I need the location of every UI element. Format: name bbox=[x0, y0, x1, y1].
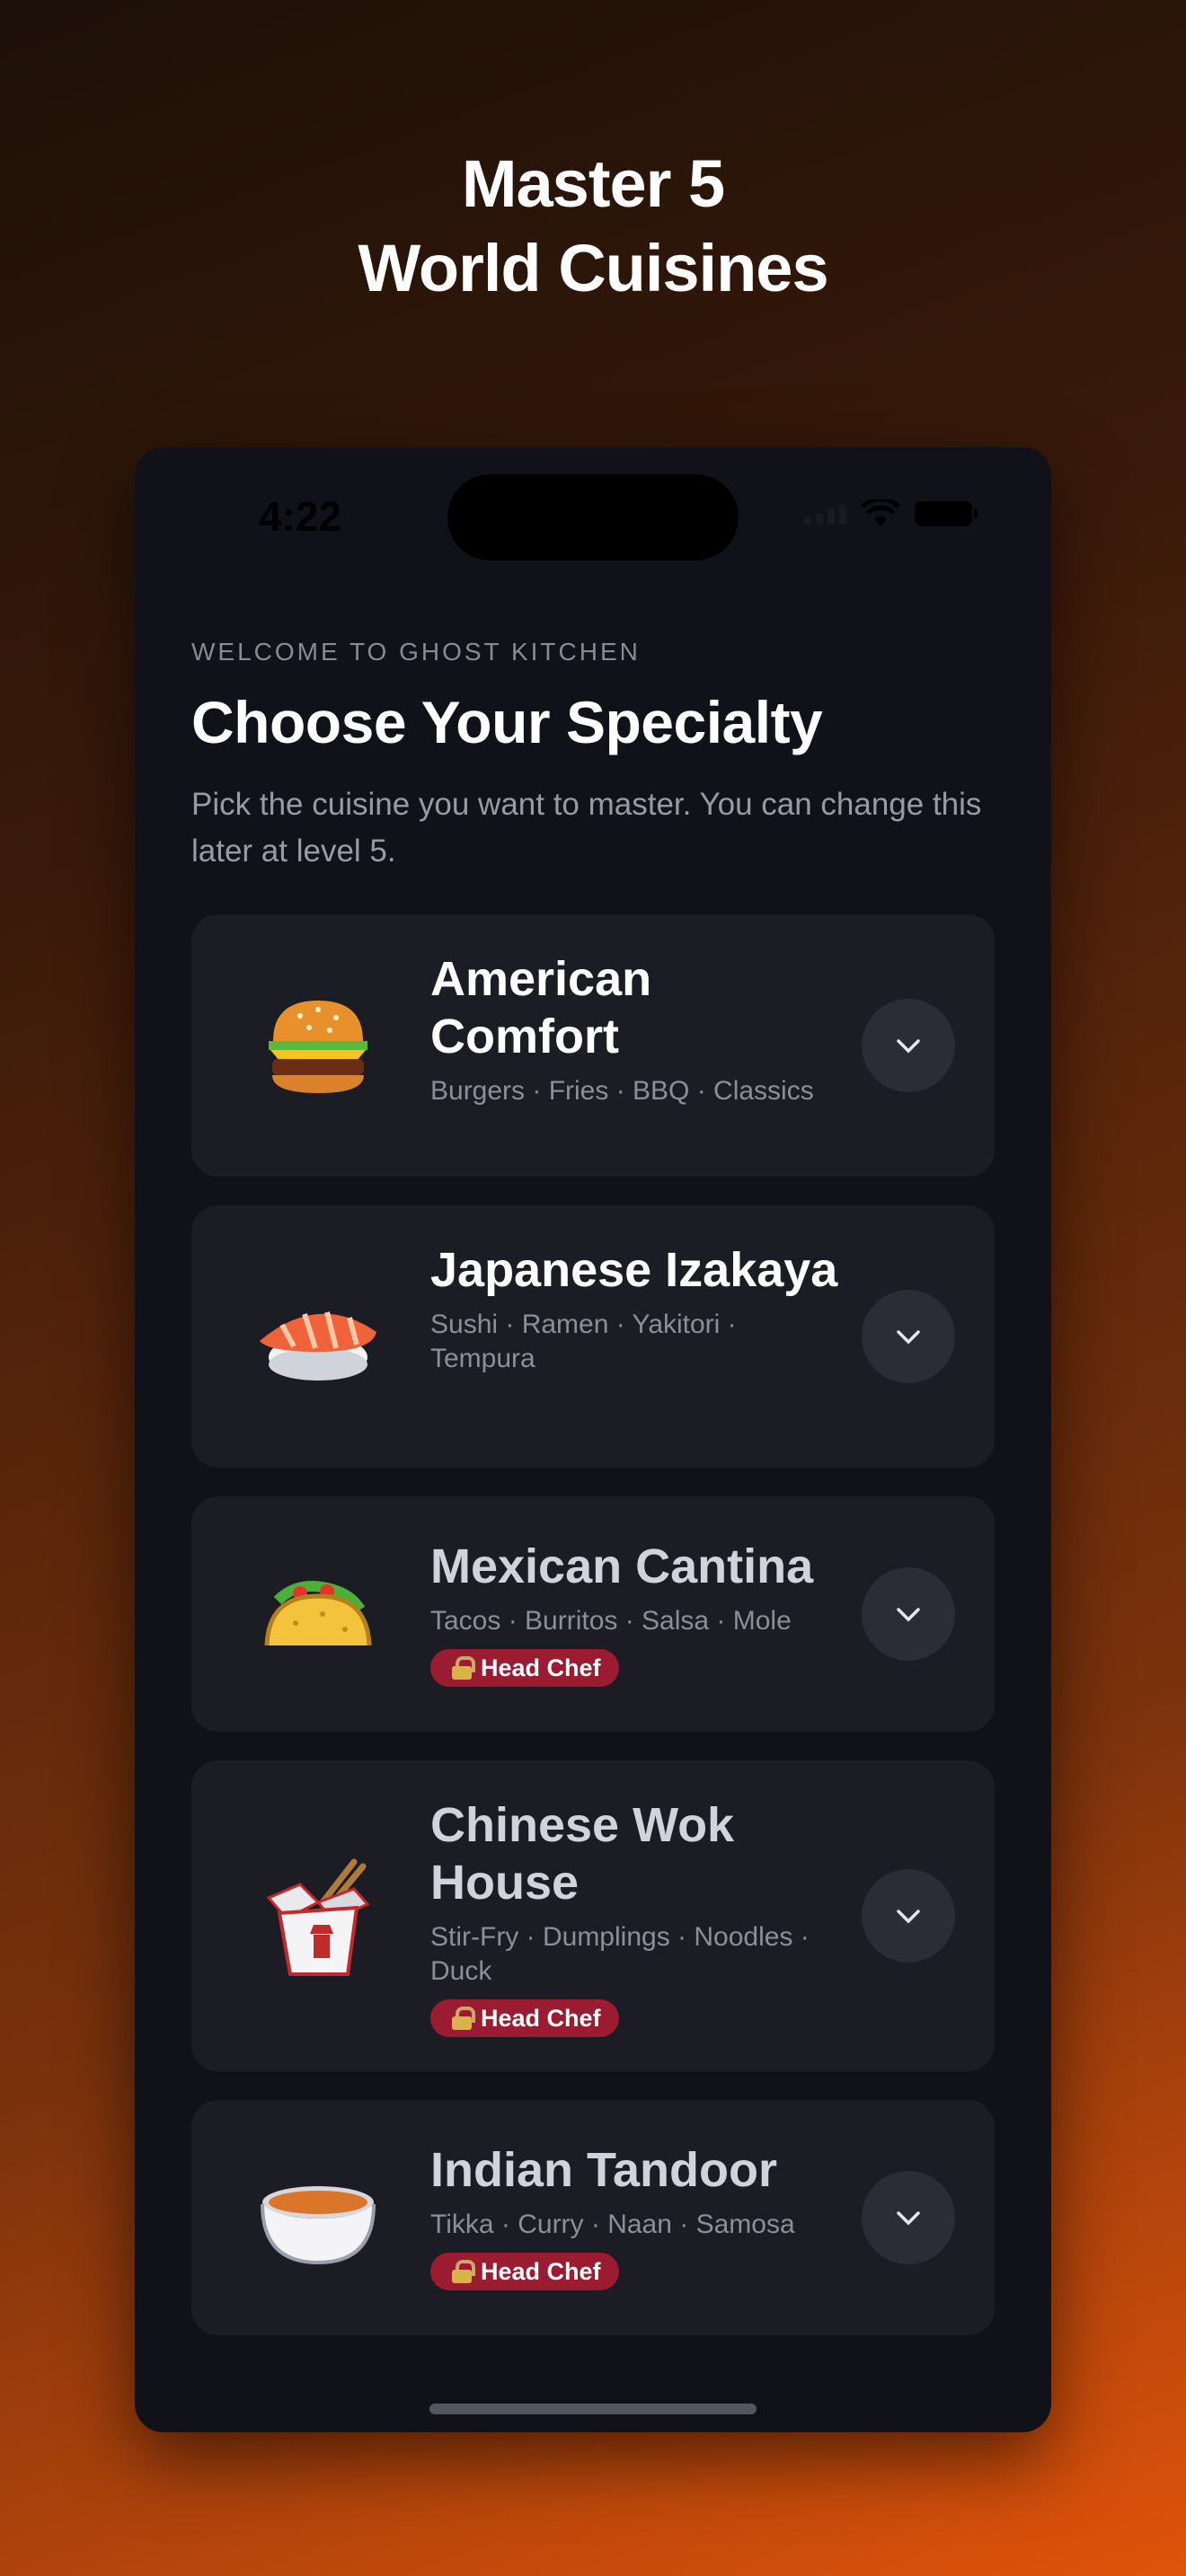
taco-icon bbox=[264, 1581, 372, 1646]
expand-button[interactable] bbox=[862, 999, 955, 1092]
chevron-down-icon bbox=[897, 2211, 920, 2226]
expand-button[interactable] bbox=[862, 2171, 955, 2264]
cuisine-card-body: Japanese Izakaya Sushi · Ramen · Yakitor… bbox=[430, 1241, 844, 1376]
home-indicator[interactable] bbox=[429, 2404, 757, 2414]
headline-line-1: Master 5 bbox=[461, 146, 725, 221]
signal-icon bbox=[804, 503, 846, 525]
status-icons bbox=[804, 499, 978, 528]
head-chef-badge: Head Chef bbox=[430, 1999, 619, 2037]
dynamic-island bbox=[447, 474, 739, 560]
burger-icon bbox=[269, 1001, 367, 1093]
wifi-icon bbox=[861, 499, 900, 526]
cuisine-card-japanese[interactable]: Japanese Izakaya Sushi · Ramen · Yakitor… bbox=[191, 1205, 995, 1468]
page-subtitle: Pick the cuisine you want to master. You… bbox=[191, 787, 982, 869]
sushi-icon bbox=[260, 1311, 376, 1381]
expand-button[interactable] bbox=[862, 1869, 955, 1963]
chevron-down-icon bbox=[897, 1910, 920, 1924]
cuisine-tags: Sushi · Ramen · Yakitori · Tempura bbox=[430, 1310, 737, 1373]
lock-icon bbox=[452, 2260, 475, 2283]
cuisine-name: Chinese Wok House bbox=[430, 1798, 735, 1910]
cuisine-tags: Tacos · Burritos · Salsa · Mole bbox=[430, 1606, 792, 1636]
phone-screen: 4:22 WELCOME TO GHOST KITCHEN Choose You… bbox=[135, 447, 1051, 2432]
head-chef-badge: Head Chef bbox=[430, 1649, 619, 1687]
marketing-headline: Master 5 World Cuisines bbox=[0, 142, 1186, 311]
cuisine-card-american[interactable]: American Comfort Burgers · Fries · BBQ ·… bbox=[191, 914, 995, 1177]
chevron-down-icon bbox=[897, 1330, 920, 1345]
cuisine-card-chinese[interactable]: Chinese Wok House Stir-Fry · Dumplings ·… bbox=[191, 1760, 995, 2071]
curry-bowl-icon bbox=[261, 2186, 376, 2265]
badge-label: Head Chef bbox=[481, 2004, 601, 2032]
battery-icon bbox=[915, 501, 978, 526]
cuisine-name: Japanese Izakaya bbox=[430, 1243, 838, 1297]
takeout-box-icon bbox=[266, 1858, 370, 1976]
cuisine-card-body: American Comfort Burgers · Fries · BBQ ·… bbox=[430, 950, 844, 1108]
expand-button[interactable] bbox=[862, 1567, 955, 1661]
chevron-down-icon bbox=[897, 1608, 920, 1622]
cuisine-name: Indian Tandoor bbox=[430, 2143, 777, 2197]
cuisine-card-mexican[interactable]: Mexican Cantina Tacos · Burritos · Salsa… bbox=[191, 1496, 995, 1732]
headline-line-2: World Cuisines bbox=[358, 231, 828, 305]
page-title: Choose Your Specialty bbox=[191, 689, 823, 755]
cuisine-name: American Comfort bbox=[430, 952, 652, 1063]
welcome-eyebrow: WELCOME TO GHOST KITCHEN bbox=[191, 638, 641, 666]
cuisine-name: Mexican Cantina bbox=[430, 1539, 814, 1593]
cuisine-card-body: Mexican Cantina Tacos · Burritos · Salsa… bbox=[430, 1538, 844, 1687]
badge-label: Head Chef bbox=[481, 2257, 601, 2285]
lock-icon bbox=[452, 1656, 475, 1680]
cuisine-card-body: Indian Tandoor Tikka · Curry · Naan · Sa… bbox=[430, 2141, 844, 2290]
expand-button[interactable] bbox=[862, 1290, 955, 1383]
chevron-down-icon bbox=[897, 1039, 920, 1054]
head-chef-badge: Head Chef bbox=[430, 2253, 619, 2290]
lock-icon bbox=[452, 2007, 475, 2030]
badge-label: Head Chef bbox=[481, 1654, 601, 1681]
cuisine-tags: Tikka · Curry · Naan · Samosa bbox=[430, 2210, 795, 2239]
cuisine-tags: Stir-Fry · Dumplings · Noodles · Duck bbox=[430, 1922, 810, 1986]
cuisine-card-indian[interactable]: Indian Tandoor Tikka · Curry · Naan · Sa… bbox=[191, 2100, 995, 2335]
cuisine-tags: Burgers · Fries · BBQ · Classics bbox=[430, 1076, 814, 1106]
status-time: 4:22 bbox=[259, 493, 342, 540]
cuisine-card-body: Chinese Wok House Stir-Fry · Dumplings ·… bbox=[430, 1796, 844, 2037]
